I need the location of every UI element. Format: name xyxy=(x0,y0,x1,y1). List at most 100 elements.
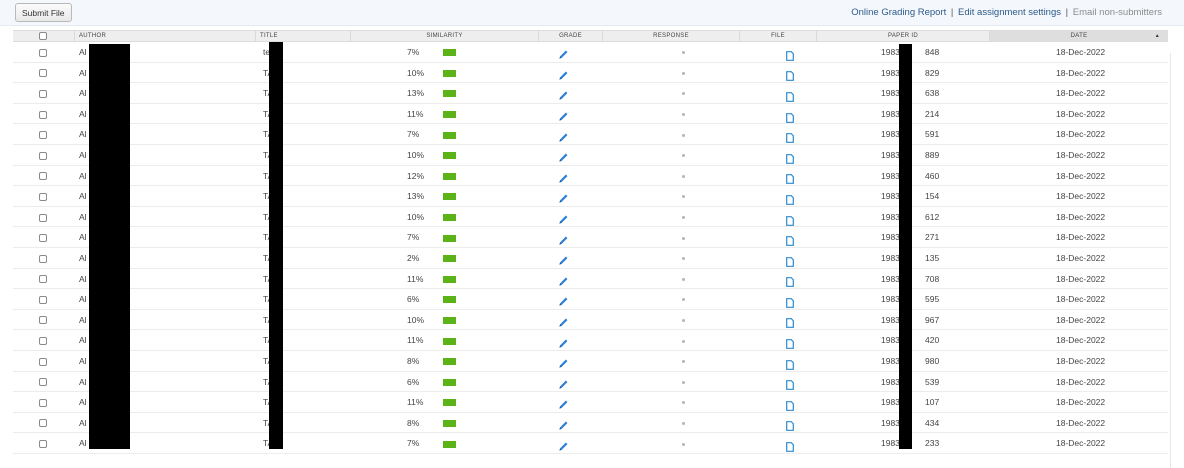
grade-cell[interactable] xyxy=(558,83,569,103)
file-cell[interactable] xyxy=(786,248,794,268)
pencil-icon[interactable] xyxy=(558,47,569,59)
similarity-cell[interactable]: 7% xyxy=(407,227,419,247)
pencil-icon[interactable] xyxy=(558,109,569,121)
similarity-bar[interactable] xyxy=(443,351,456,371)
document-icon[interactable] xyxy=(786,398,794,411)
file-cell[interactable] xyxy=(786,83,794,103)
similarity-cell[interactable]: 8% xyxy=(407,351,419,371)
pencil-icon[interactable] xyxy=(558,88,569,101)
row-checkbox[interactable] xyxy=(39,110,47,119)
grade-cell[interactable] xyxy=(558,227,569,247)
pencil-icon[interactable] xyxy=(558,212,569,224)
grade-cell[interactable] xyxy=(558,166,569,186)
author-cell[interactable]: Al xyxy=(79,248,87,268)
pencil-icon[interactable] xyxy=(558,377,569,389)
row-checkbox[interactable] xyxy=(39,89,47,98)
author-cell[interactable]: Al xyxy=(79,42,87,62)
row-checkbox[interactable] xyxy=(39,357,47,366)
similarity-cell[interactable]: 10% xyxy=(407,207,424,227)
file-cell[interactable] xyxy=(786,207,794,227)
similarity-bar[interactable] xyxy=(443,145,456,165)
header-date[interactable]: DATE ▲ xyxy=(990,31,1168,41)
row-checkbox[interactable] xyxy=(39,234,47,243)
file-cell[interactable] xyxy=(786,289,794,309)
similarity-cell[interactable]: 11% xyxy=(407,392,423,412)
similarity-bar[interactable] xyxy=(443,269,456,289)
document-icon[interactable] xyxy=(786,295,794,308)
file-cell[interactable] xyxy=(786,310,794,330)
similarity-bar[interactable] xyxy=(443,124,456,144)
grade-cell[interactable] xyxy=(558,289,569,309)
document-icon[interactable] xyxy=(786,48,794,61)
document-icon[interactable] xyxy=(786,315,794,329)
similarity-cell[interactable]: 10% xyxy=(407,145,424,165)
similarity-bar[interactable] xyxy=(443,227,456,247)
file-cell[interactable] xyxy=(786,433,794,453)
pencil-icon[interactable] xyxy=(558,439,569,451)
author-cell[interactable]: Al xyxy=(79,269,87,289)
file-cell[interactable] xyxy=(786,124,794,144)
similarity-bar[interactable] xyxy=(443,83,456,103)
row-checkbox[interactable] xyxy=(39,398,47,407)
author-cell[interactable]: Al xyxy=(79,392,87,412)
grade-cell[interactable] xyxy=(558,145,569,165)
pencil-icon[interactable] xyxy=(558,253,569,265)
file-cell[interactable] xyxy=(786,392,794,412)
document-icon[interactable] xyxy=(786,439,794,452)
submit-file-button[interactable]: Submit File xyxy=(15,3,72,22)
author-cell[interactable]: Al xyxy=(79,413,87,433)
document-icon[interactable] xyxy=(786,89,794,102)
row-checkbox[interactable] xyxy=(39,378,47,387)
row-checkbox[interactable] xyxy=(39,275,47,284)
similarity-cell[interactable]: 10% xyxy=(407,310,424,330)
grade-cell[interactable] xyxy=(558,124,569,144)
file-cell[interactable] xyxy=(786,63,794,83)
similarity-bar[interactable] xyxy=(443,413,456,433)
header-file[interactable]: FILE xyxy=(740,31,817,41)
pencil-icon[interactable] xyxy=(558,68,569,80)
similarity-cell[interactable]: 7% xyxy=(407,124,419,144)
author-cell[interactable]: Al xyxy=(79,207,87,227)
grade-cell[interactable] xyxy=(558,63,569,83)
similarity-bar[interactable] xyxy=(443,392,456,412)
row-checkbox[interactable] xyxy=(39,69,47,78)
pencil-icon[interactable] xyxy=(558,294,569,306)
row-checkbox[interactable] xyxy=(39,337,47,346)
similarity-bar[interactable] xyxy=(443,166,456,186)
document-icon[interactable] xyxy=(786,130,794,144)
select-all-checkbox[interactable] xyxy=(39,32,47,40)
file-cell[interactable] xyxy=(786,145,794,165)
author-cell[interactable]: Al xyxy=(79,227,87,247)
author-cell[interactable]: Al xyxy=(79,433,87,453)
document-icon[interactable] xyxy=(786,171,794,185)
similarity-bar[interactable] xyxy=(443,63,456,83)
author-cell[interactable]: Al xyxy=(79,104,87,124)
pencil-icon[interactable] xyxy=(558,130,569,142)
row-checkbox[interactable] xyxy=(39,295,47,304)
similarity-cell[interactable]: 11% xyxy=(407,330,423,350)
document-icon[interactable] xyxy=(786,151,794,164)
similarity-bar[interactable] xyxy=(443,433,456,453)
similarity-cell[interactable]: 11% xyxy=(407,269,423,289)
row-checkbox[interactable] xyxy=(39,172,47,181)
document-icon[interactable] xyxy=(786,357,794,370)
row-checkbox[interactable] xyxy=(39,131,47,140)
similarity-bar[interactable] xyxy=(443,372,456,392)
grade-cell[interactable] xyxy=(558,433,569,453)
author-cell[interactable]: Al xyxy=(79,372,87,392)
row-checkbox[interactable] xyxy=(39,151,47,160)
header-response[interactable]: RESPONSE xyxy=(603,31,740,41)
similarity-cell[interactable]: 6% xyxy=(407,289,419,309)
similarity-bar[interactable] xyxy=(443,104,456,124)
grade-cell[interactable] xyxy=(558,372,569,392)
document-icon[interactable] xyxy=(786,377,794,391)
header-author[interactable]: AUTHOR xyxy=(75,31,256,41)
document-icon[interactable] xyxy=(786,192,794,205)
grade-cell[interactable] xyxy=(558,310,569,330)
pencil-icon[interactable] xyxy=(558,418,569,430)
document-icon[interactable] xyxy=(786,233,794,246)
similarity-cell[interactable]: 6% xyxy=(407,372,419,392)
similarity-bar[interactable] xyxy=(443,330,456,350)
grade-cell[interactable] xyxy=(558,351,569,371)
similarity-bar[interactable] xyxy=(443,289,456,309)
